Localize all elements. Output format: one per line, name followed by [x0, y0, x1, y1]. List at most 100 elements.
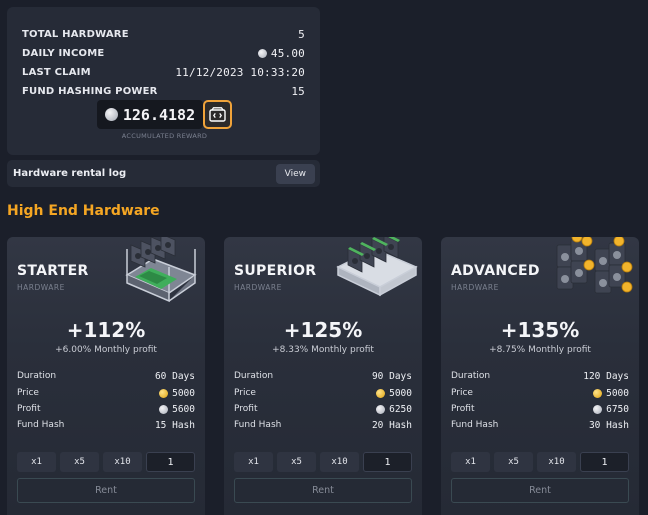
- hardware-card-advanced: ADVANCED HARDWARE +135% +8.75% Monthly p…: [441, 237, 639, 515]
- spec-label: Duration: [17, 371, 57, 381]
- card-subtitle: HARDWARE: [451, 283, 499, 292]
- spec-value: 6750: [593, 404, 629, 415]
- spec-profit: Profit 6250: [234, 402, 412, 416]
- spec-label: Profit: [17, 404, 41, 414]
- qty-x1-button[interactable]: x1: [451, 452, 490, 472]
- spec-profit: Profit 5600: [17, 402, 195, 416]
- spec-duration: Duration 120 Days: [451, 369, 629, 383]
- silver-coin-icon: [593, 404, 603, 414]
- spec-fund-hash: Fund Hash 20 Hash: [234, 418, 412, 432]
- stat-daily-income: DAILY INCOME 45.00: [22, 45, 305, 61]
- spec-value: 6250: [376, 404, 412, 415]
- spec-label: Price: [451, 388, 473, 398]
- spec-value: 120 Days: [583, 370, 629, 382]
- spec-value: 15 Hash: [154, 419, 195, 431]
- stat-fund-hashing-power: FUND HASHING POWER 15: [22, 83, 305, 99]
- stat-value: 11/12/2023 10:33:20: [175, 65, 305, 79]
- stat-label: TOTAL HARDWARE: [22, 28, 129, 40]
- view-rental-log-button[interactable]: View: [275, 163, 315, 184]
- mining-rig-advanced-image: [556, 237, 633, 294]
- spec-label: Duration: [234, 371, 274, 381]
- spec-value: 5000: [593, 388, 629, 399]
- spec-fund-hash: Fund Hash 15 Hash: [17, 418, 195, 432]
- silver-coin-icon: [104, 108, 118, 121]
- hardware-card-starter: STARTER HARDWARE +112% +6.00% Monthly pr…: [7, 237, 205, 515]
- spec-label: Fund Hash: [17, 420, 65, 430]
- stats-panel: TOTAL HARDWARE 5 DAILY INCOME 45.00 LAST…: [7, 7, 320, 155]
- card-name: SUPERIOR: [234, 263, 317, 279]
- rent-button[interactable]: Rent: [234, 478, 412, 503]
- mining-rig-starter-image: [125, 237, 197, 303]
- spec-price: Price 5000: [17, 386, 195, 400]
- spec-value: 20 Hash: [371, 419, 412, 431]
- silver-coin-icon: [376, 404, 386, 414]
- spec-value: 5000: [159, 388, 195, 399]
- stat-label: DAILY INCOME: [22, 47, 105, 59]
- rent-button[interactable]: Rent: [17, 478, 195, 503]
- gold-coin-icon: [593, 388, 603, 398]
- spec-value: 30 Hash: [588, 419, 629, 431]
- rental-log-label: Hardware rental log: [13, 168, 127, 179]
- spec-value: 90 Days: [371, 370, 412, 382]
- spec-label: Price: [17, 388, 39, 398]
- claim-reward-button[interactable]: [203, 100, 232, 129]
- spec-value: 5600: [159, 404, 195, 415]
- spec-duration: Duration 60 Days: [17, 369, 195, 383]
- card-total-profit-percent: +125%: [283, 318, 363, 342]
- card-total-profit-percent: +112%: [66, 318, 146, 342]
- card-name: STARTER: [17, 263, 89, 279]
- quantity-input[interactable]: 1: [363, 452, 412, 472]
- hardware-rental-log-bar: Hardware rental log View: [7, 160, 320, 187]
- stat-last-claim: LAST CLAIM 11/12/2023 10:33:20: [22, 64, 305, 80]
- spec-label: Fund Hash: [234, 420, 282, 430]
- stat-value: 5: [298, 27, 305, 41]
- qty-x5-button[interactable]: x5: [494, 452, 533, 472]
- stat-label: FUND HASHING POWER: [22, 85, 158, 97]
- card-subtitle: HARDWARE: [17, 283, 65, 292]
- spec-value: 5000: [376, 388, 412, 399]
- accumulated-reward-box: 126.4182: [97, 100, 203, 129]
- card-monthly-profit: +8.75% Monthly profit: [489, 345, 591, 355]
- qty-x10-button[interactable]: x10: [320, 452, 359, 472]
- card-monthly-profit: +6.00% Monthly profit: [55, 345, 157, 355]
- card-subtitle: HARDWARE: [234, 283, 282, 292]
- spec-price: Price 5000: [234, 386, 412, 400]
- spec-label: Profit: [451, 404, 475, 414]
- stat-total-hardware: TOTAL HARDWARE 5: [22, 26, 305, 42]
- silver-coin-icon: [257, 48, 267, 58]
- qty-x5-button[interactable]: x5: [60, 452, 99, 472]
- silver-coin-icon: [159, 404, 169, 414]
- hardware-card-superior: SUPERIOR HARDWARE +125% +8.33% Monthly p…: [224, 237, 422, 515]
- qty-x10-button[interactable]: x10: [537, 452, 576, 472]
- spec-value: 60 Days: [154, 370, 195, 382]
- spec-duration: Duration 90 Days: [234, 369, 412, 383]
- spec-profit: Profit 6750: [451, 402, 629, 416]
- card-name: ADVANCED: [451, 263, 540, 279]
- quantity-selector: x1 x5 x10 1: [17, 452, 195, 472]
- rent-button[interactable]: Rent: [451, 478, 629, 503]
- qty-x1-button[interactable]: x1: [17, 452, 56, 472]
- accumulated-reward-caption: ACCUMULATED REWARD: [121, 132, 208, 140]
- stat-value: 15: [291, 84, 305, 98]
- accumulated-reward-value: 126.4182: [122, 105, 196, 124]
- quantity-input[interactable]: 1: [580, 452, 629, 472]
- spec-label: Duration: [451, 371, 491, 381]
- spec-fund-hash: Fund Hash 30 Hash: [451, 418, 629, 432]
- card-monthly-profit: +8.33% Monthly profit: [272, 345, 374, 355]
- quantity-selector: x1 x5 x10 1: [451, 452, 629, 472]
- qty-x5-button[interactable]: x5: [277, 452, 316, 472]
- qty-x1-button[interactable]: x1: [234, 452, 273, 472]
- mining-rig-superior-image: [336, 237, 418, 297]
- gold-coin-icon: [159, 388, 169, 398]
- spec-label: Price: [234, 388, 256, 398]
- quantity-input[interactable]: 1: [146, 452, 195, 472]
- section-title: High End Hardware: [7, 203, 160, 219]
- stat-value: 45.00: [257, 47, 305, 60]
- qty-x10-button[interactable]: x10: [103, 452, 142, 472]
- card-total-profit-percent: +135%: [500, 318, 580, 342]
- spec-label: Profit: [234, 404, 258, 414]
- quantity-selector: x1 x5 x10 1: [234, 452, 412, 472]
- spec-label: Fund Hash: [451, 420, 499, 430]
- claim-reward-icon: [209, 107, 226, 122]
- spec-price: Price 5000: [451, 386, 629, 400]
